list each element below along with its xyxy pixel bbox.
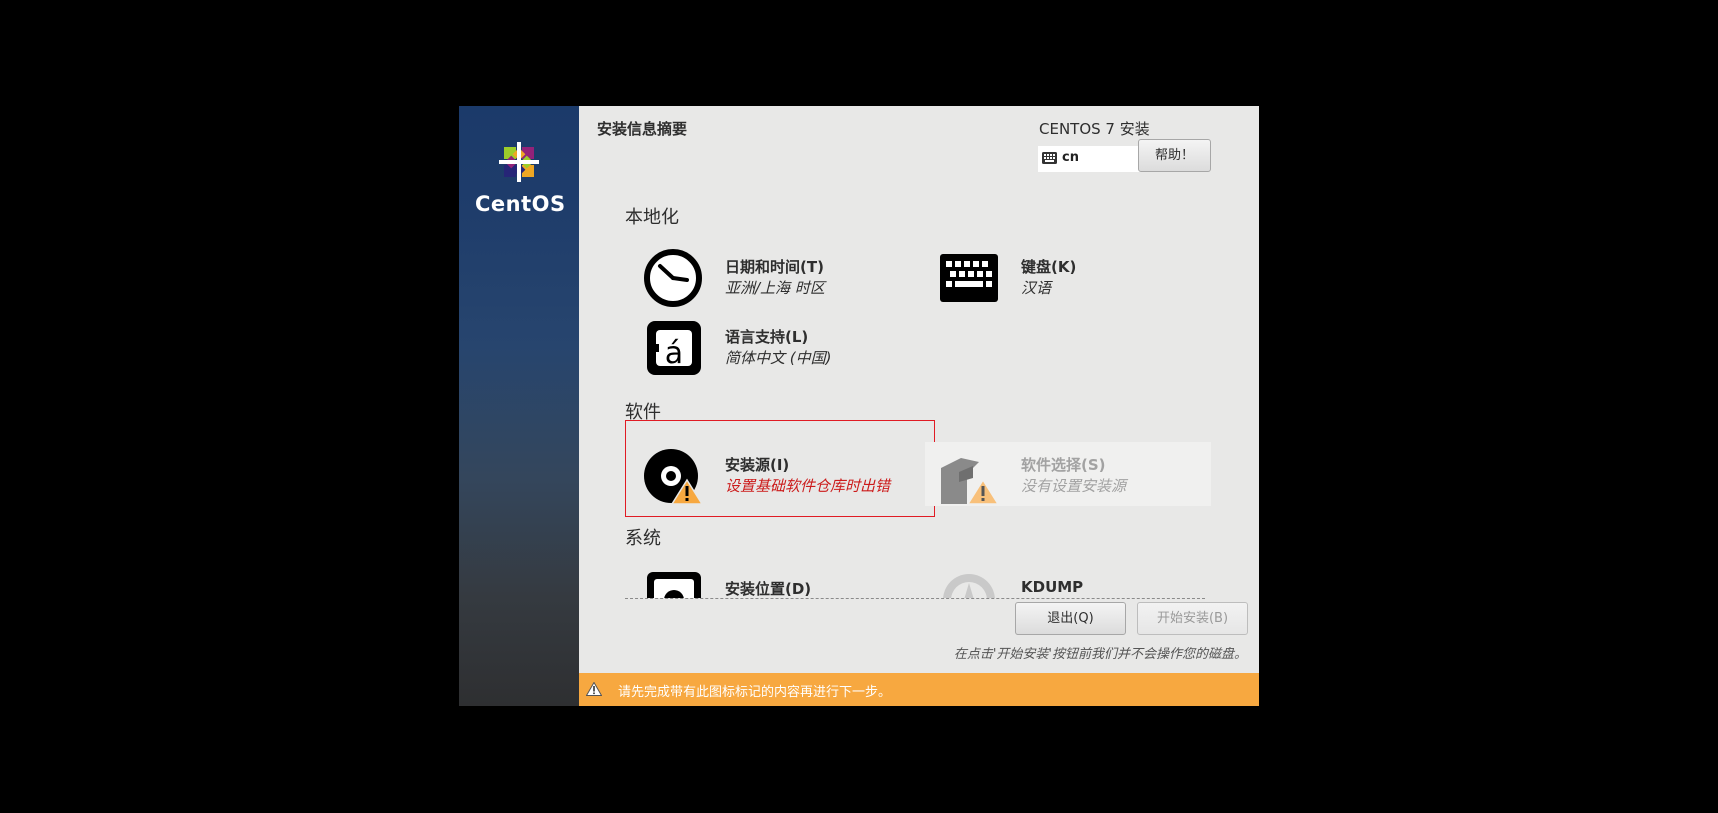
spoke-language[interactable]: á 语言支持(L) 简体中文 (中国) [623, 314, 903, 378]
spoke-install-destination[interactable]: 安装位置(D) [623, 566, 903, 598]
spoke-keyboard-title: 键盘(K) [1021, 258, 1077, 276]
centos-logo-text: CentOS [475, 192, 566, 216]
quit-button[interactable]: 退出(Q) [1015, 602, 1126, 635]
sidebar: CentOS [459, 106, 579, 706]
spoke-keyboard[interactable]: 键盘(K) 汉语 [919, 244, 1199, 308]
disk-notice: 在点击'开始安装'按钮前我们并不会操作您的磁盘。 [953, 647, 1247, 662]
warning-icon [586, 682, 602, 696]
page-title: 安装信息摘要 [597, 120, 688, 138]
section-localization: 本地化 [625, 207, 679, 228]
spoke-language-status: 简体中文 (中国) [725, 349, 832, 367]
spoke-datetime-status: 亚洲/上海 时区 [725, 279, 825, 297]
spoke-install-source-status: 设置基础软件仓库时出错 [725, 477, 891, 495]
spoke-install-source-title: 安装源(I) [725, 456, 790, 474]
harddisk-icon [647, 572, 701, 598]
keyboard-layout-label: cn [1062, 150, 1079, 165]
spoke-kdump-title: KDUMP [1021, 578, 1084, 596]
spoke-kdump[interactable]: KDUMP [919, 566, 1199, 598]
main-panel: 安装信息摘要 CENTOS 7 安装 cn 帮助！ 本地化 日期和时间(T) 亚… [579, 106, 1259, 706]
package-icon [941, 458, 999, 505]
spoke-software-selection-status: 没有设置安装源 [1021, 477, 1127, 495]
spoke-keyboard-status: 汉语 [1021, 279, 1052, 297]
keyboard-icon [940, 254, 998, 302]
begin-installation-button[interactable]: 开始安装(B) [1137, 602, 1248, 635]
warning-bar: 请先完成带有此图标标记的内容再进行下一步。 [579, 673, 1259, 706]
spoke-datetime[interactable]: 日期和时间(T) 亚洲/上海 时区 [623, 244, 903, 308]
spoke-install-source[interactable]: 安装源(I) 设置基础软件仓库时出错 [623, 442, 903, 506]
spokes-scroll-area[interactable]: 安装位置(D) KDUMP [579, 546, 1259, 598]
centos-logo-mark [499, 142, 539, 182]
clock-icon [644, 249, 702, 307]
disc-icon [644, 449, 703, 505]
kdump-icon [943, 574, 995, 598]
keyboard-layout-indicator[interactable]: cn [1038, 146, 1148, 172]
spoke-software-selection-title: 软件选择(S) [1021, 456, 1106, 474]
help-button[interactable]: 帮助！ [1138, 139, 1211, 172]
installer-window: CentOS 安装信息摘要 CENTOS 7 安装 cn 帮助！ 本地化 日期和… [459, 106, 1259, 706]
spoke-install-destination-title: 安装位置(D) [725, 580, 812, 598]
spoke-language-title: 语言支持(L) [725, 328, 809, 346]
spoke-software-selection[interactable]: 软件选择(S) 没有设置安装源 [925, 442, 1211, 506]
svg-text:á: á [665, 336, 683, 371]
language-icon: á [647, 321, 701, 375]
scroll-divider [625, 598, 1205, 599]
product-title: CENTOS 7 安装 [1039, 120, 1150, 138]
spoke-datetime-title: 日期和时间(T) [725, 258, 824, 276]
warning-text: 请先完成带有此图标标记的内容再进行下一步。 [618, 685, 892, 700]
keyboard-small-icon [1042, 152, 1057, 164]
